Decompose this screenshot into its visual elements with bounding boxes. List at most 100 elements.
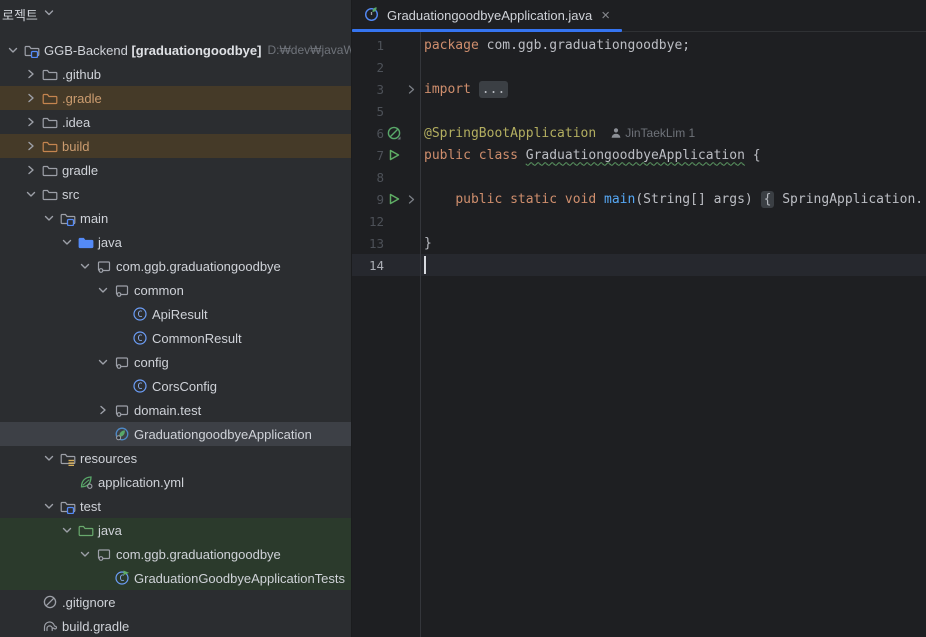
code-line-9[interactable]: 9 public static void main (String[] args)… bbox=[352, 188, 926, 210]
chevron-right-icon[interactable] bbox=[22, 138, 40, 154]
editor-tab-graduationgoodbyeapplication[interactable]: GraduationgoodbyeApplication.java × bbox=[352, 0, 623, 32]
tree-item-gradle[interactable]: .gradle bbox=[0, 86, 351, 110]
run-gutter-icon[interactable] bbox=[384, 148, 404, 162]
line-content: public static void main (String[] args) {… bbox=[420, 190, 924, 208]
package-icon bbox=[94, 258, 114, 274]
tree-item-domain-test[interactable]: domain.test bbox=[0, 398, 351, 422]
line-content: @SpringBootApplication JinTaekLim 1 bbox=[420, 126, 695, 141]
code-line-12[interactable]: 12 bbox=[352, 210, 926, 232]
code-line-2[interactable]: 2 bbox=[352, 56, 926, 78]
line-content: public class GraduationgoodbyeApplicatio… bbox=[420, 148, 761, 163]
tree-item-gitignore[interactable]: .gitignore bbox=[0, 590, 351, 614]
tree-item-label: common bbox=[134, 282, 184, 298]
chevron-right-icon[interactable] bbox=[22, 114, 40, 130]
tree-item-commonresult[interactable]: C CommonResult bbox=[0, 326, 351, 350]
author-inlay-hint[interactable]: JinTaekLim 1 bbox=[610, 126, 695, 140]
chevron-right-icon[interactable] bbox=[22, 66, 40, 82]
chevron-down-icon[interactable] bbox=[40, 450, 58, 466]
tree-item-apiresult[interactable]: C ApiResult bbox=[0, 302, 351, 326]
spring-bean-gutter-icon[interactable] bbox=[384, 126, 404, 141]
tree-item-main[interactable]: main bbox=[0, 206, 351, 230]
run-gutter-icon[interactable] bbox=[384, 192, 404, 206]
tree-arrow-spacer bbox=[58, 474, 76, 490]
sources-folder-icon bbox=[76, 234, 96, 250]
code-line-13[interactable]: 13} bbox=[352, 232, 926, 254]
tree-item-graduationgoodbyeapplication[interactable]: GraduationgoodbyeApplication bbox=[0, 422, 351, 446]
tree-item-build[interactable]: build bbox=[0, 134, 351, 158]
tree-item-com-ggb-graduationgoodbye[interactable]: com.ggb.graduationgoodbye bbox=[0, 542, 351, 566]
code-line-14[interactable]: 14 bbox=[352, 254, 926, 276]
fold-arrow-icon[interactable] bbox=[404, 194, 418, 205]
chevron-down-icon[interactable] bbox=[22, 186, 40, 202]
fold-arrow-icon[interactable] bbox=[404, 84, 418, 95]
chevron-down-icon[interactable] bbox=[4, 42, 22, 58]
line-number: 7 bbox=[376, 147, 384, 163]
tree-item-ggb-backend-graduationgoodbye[interactable]: GGB-Backend [graduationgoodbye] D:₩dev₩ja… bbox=[0, 38, 351, 62]
tree-item-test[interactable]: test bbox=[0, 494, 351, 518]
tree-item-gradle[interactable]: gradle bbox=[0, 158, 351, 182]
chevron-down-icon[interactable] bbox=[76, 546, 94, 562]
tree-item-label: ApiResult bbox=[152, 306, 208, 322]
tree-item-src[interactable]: src bbox=[0, 182, 351, 206]
folder-excluded-icon bbox=[40, 138, 60, 154]
chevron-right-icon[interactable] bbox=[22, 90, 40, 106]
tree-item-label: java bbox=[98, 522, 122, 538]
tree-item-label: GGB-Backend [graduationgoodbye] bbox=[44, 42, 262, 58]
line-number: 3 bbox=[376, 81, 384, 97]
tree-item-graduationgoodbyeapplicationtests[interactable]: C GraduationGoodbyeApplicationTests bbox=[0, 566, 351, 590]
gutter-separator bbox=[420, 32, 421, 637]
tree-item-label: java bbox=[98, 234, 122, 250]
project-tool-window-title[interactable]: 로젝트 bbox=[2, 5, 38, 24]
chevron-down-icon[interactable] bbox=[58, 234, 76, 250]
code-line-7[interactable]: 7 public class GraduationgoodbyeApplicati… bbox=[352, 144, 926, 166]
folded-region[interactable]: ... bbox=[478, 80, 509, 98]
tree-item-label: domain.test bbox=[134, 402, 202, 418]
chevron-down-icon[interactable] bbox=[76, 258, 94, 274]
class-icon: C bbox=[130, 306, 150, 322]
code-line-8[interactable]: 8 bbox=[352, 166, 926, 188]
author-inlay-text: JinTaekLim 1 bbox=[625, 126, 696, 140]
code-line-5[interactable]: 5 bbox=[352, 100, 926, 122]
tree-item-label: .gradle bbox=[62, 90, 102, 106]
chevron-down-icon[interactable] bbox=[94, 282, 112, 298]
line-number: 8 bbox=[376, 169, 384, 185]
tree-item-application-yml[interactable]: application.yml bbox=[0, 470, 351, 494]
tree-item-config[interactable]: config bbox=[0, 350, 351, 374]
chevron-down-icon[interactable] bbox=[40, 498, 58, 514]
gutter-line-5: 5 bbox=[352, 100, 420, 122]
line-number: 9 bbox=[376, 191, 384, 207]
tree-item-label: GraduationgoodbyeApplication bbox=[134, 426, 312, 442]
tree-item-corsconfig[interactable]: C CorsConfig bbox=[0, 374, 351, 398]
tree-item-resources[interactable]: resources bbox=[0, 446, 351, 470]
code-token: } bbox=[424, 235, 432, 251]
line-number: 12 bbox=[368, 213, 384, 229]
code-line-3[interactable]: 3 import ... bbox=[352, 78, 926, 100]
tree-item-java[interactable]: java bbox=[0, 518, 351, 542]
tree-item-label: test bbox=[80, 498, 101, 514]
folded-region[interactable]: { bbox=[760, 190, 775, 208]
tree-item-common[interactable]: common bbox=[0, 278, 351, 302]
tree-item-com-ggb-graduationgoodbye[interactable]: com.ggb.graduationgoodbye bbox=[0, 254, 351, 278]
tree-item-idea[interactable]: .idea bbox=[0, 110, 351, 134]
chevron-down-icon[interactable] bbox=[58, 522, 76, 538]
person-icon bbox=[610, 127, 622, 139]
code-token: SpringApplication. bbox=[774, 191, 924, 207]
code-editor[interactable]: 1 package com.ggb.graduationgoodbye; 2 3 imp… bbox=[352, 32, 926, 637]
line-number: 5 bbox=[376, 103, 384, 119]
chevron-down-icon[interactable] bbox=[42, 6, 56, 23]
code-line-1[interactable]: 1 package com.ggb.graduationgoodbye; bbox=[352, 34, 926, 56]
chevron-right-icon[interactable] bbox=[22, 162, 40, 178]
tree-item-github[interactable]: .github bbox=[0, 62, 351, 86]
spring-app-icon bbox=[112, 426, 132, 442]
code-line-6[interactable]: 6 @SpringBootApplication JinTaekLim 1 bbox=[352, 122, 926, 144]
line-number: 14 bbox=[368, 257, 384, 273]
package-icon bbox=[94, 546, 114, 562]
tree-item-java[interactable]: java bbox=[0, 230, 351, 254]
chevron-right-icon[interactable] bbox=[94, 402, 112, 418]
chevron-down-icon[interactable] bbox=[94, 354, 112, 370]
code-token: public class bbox=[424, 147, 526, 163]
gutter-line-14: 14 bbox=[352, 254, 420, 276]
chevron-down-icon[interactable] bbox=[40, 210, 58, 226]
tree-item-build-gradle[interactable]: build.gradle bbox=[0, 614, 351, 637]
close-icon[interactable]: × bbox=[599, 8, 612, 23]
